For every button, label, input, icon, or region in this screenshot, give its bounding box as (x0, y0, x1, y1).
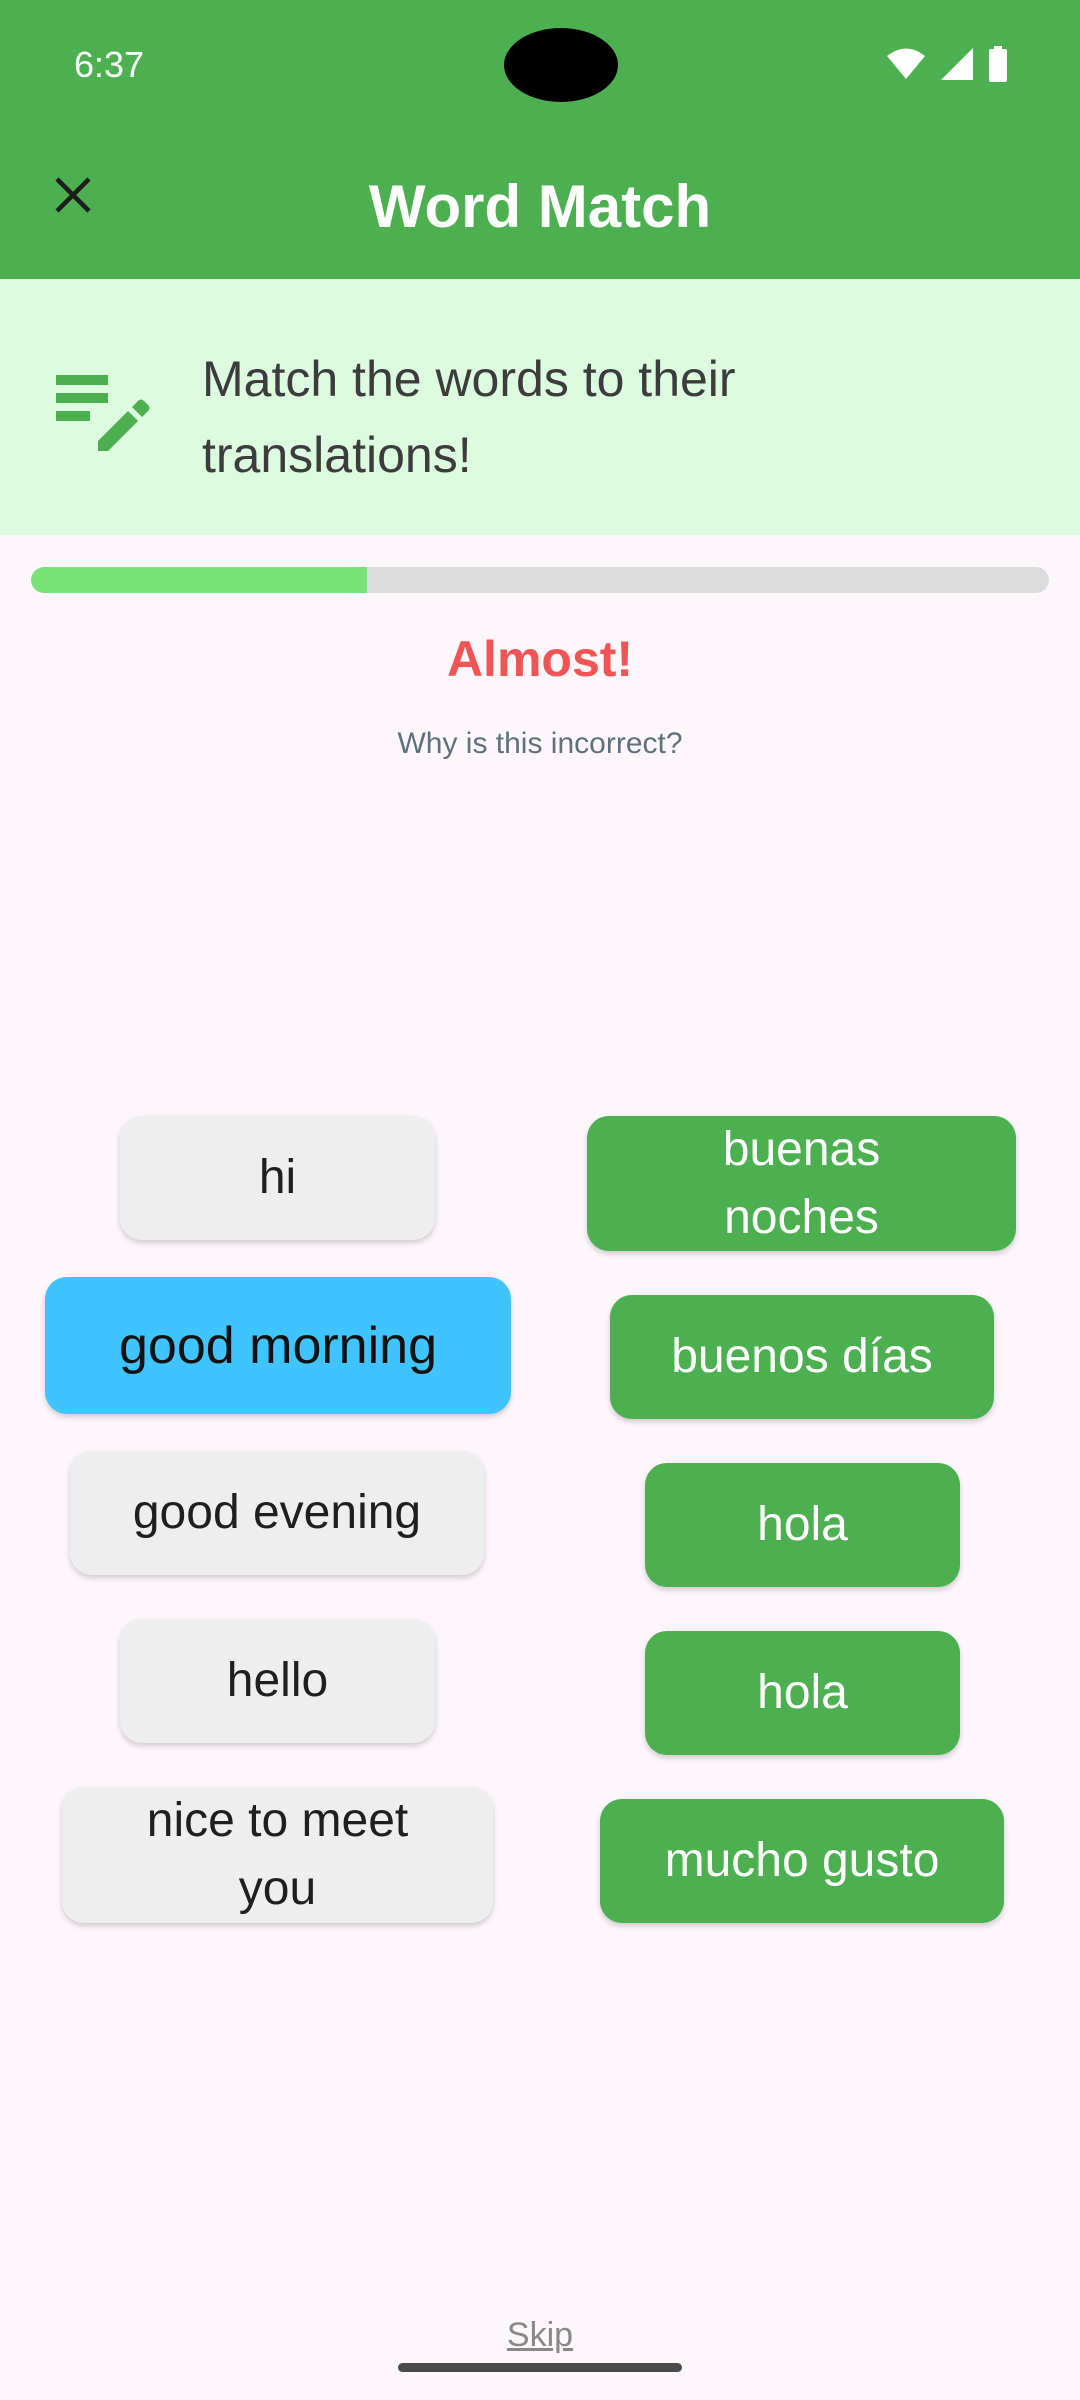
status-icons (886, 46, 1008, 82)
tile-label: nice to meet you (146, 1794, 409, 1915)
tile-label: hola (757, 1498, 848, 1551)
spanish-word-tile[interactable]: hola (645, 1631, 960, 1755)
wifi-icon (887, 48, 925, 79)
page-title: Word Match (368, 173, 712, 240)
english-word-tile[interactable]: good evening (70, 1451, 484, 1575)
spanish-word-tile[interactable]: mucho gusto (600, 1799, 1004, 1923)
progress-fill (31, 567, 367, 593)
english-word-tile[interactable]: hi (120, 1116, 435, 1240)
feedback-title: Almost! (446, 631, 634, 687)
home-indicator[interactable] (398, 2363, 682, 2372)
progress-bar (31, 567, 1049, 593)
tile-label: buenos días (671, 1330, 933, 1383)
english-word-tile[interactable]: hello (120, 1619, 435, 1743)
tile-label: hello (226, 1654, 329, 1707)
app-bar: Word Match (0, 130, 1080, 279)
instruction-banner: Match the words to their translations! (0, 279, 1080, 535)
why-incorrect-link[interactable]: Why is this incorrect? (0, 727, 1080, 761)
english-word-tile-selected[interactable]: good morning (45, 1277, 511, 1414)
cellular-signal-icon (941, 48, 973, 80)
edit-note-icon (56, 375, 150, 451)
battery-icon (989, 46, 1007, 82)
english-word-tile[interactable]: nice to meet you (62, 1787, 493, 1923)
tile-label: good morning (119, 1316, 437, 1375)
spanish-word-tile[interactable]: buenos días (610, 1295, 994, 1419)
spanish-word-tile[interactable]: buenas noches (587, 1116, 1016, 1251)
skip-button[interactable]: Skip (0, 2316, 1080, 2355)
tile-label: hi (258, 1151, 297, 1204)
camera-cutout (504, 28, 618, 102)
tile-label: buenas noches (722, 1122, 881, 1244)
status-time: 6:37 (74, 44, 145, 85)
spanish-word-tile[interactable]: hola (645, 1463, 960, 1587)
tile-label: mucho gusto (664, 1834, 940, 1887)
status-bar: 6:37 (0, 0, 1080, 130)
tile-label: good evening (132, 1486, 422, 1539)
instruction-text: Match the words to their translations! (202, 351, 736, 483)
tile-label: hola (757, 1666, 848, 1719)
